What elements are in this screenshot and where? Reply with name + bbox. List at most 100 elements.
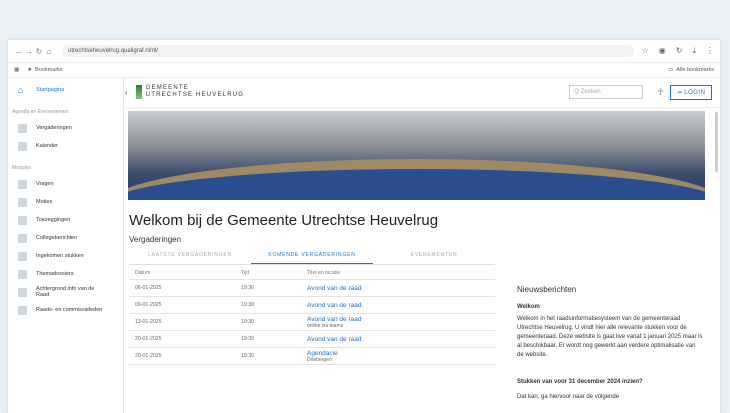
row-date: 13-01-2025 [129,313,235,331]
news-item-title[interactable]: Stukken van voor 31 december 2024 inzien… [517,378,703,387]
sidebar-item-label: Kalender [36,143,59,149]
sidebar-item-label: Collegeberichten [36,235,78,241]
sidebar-item-label: Achtergrond info van de Raad [36,286,95,298]
news-item-title[interactable]: Welkom [517,303,703,312]
home-icon[interactable]: ⌂ [44,47,54,56]
browser-window: ← → ↻ ⌂ utrechtseheuvelrug.qualigraf.nl/… [8,40,720,413]
meeting-location: online via teams [307,322,344,329]
back-icon[interactable]: ← [14,47,24,56]
meeting-link[interactable]: Avond van de raad [307,316,495,323]
meeting-tabs: LAATSTE VERGADERINGEN KOMENDE VERGADERIN… [129,249,495,265]
col-title: Titel en locatie [301,267,495,280]
meetings-table: Datum Tijd Titel en locatie 06-01-2025 1… [129,267,495,365]
tab-upcoming[interactable]: KOMENDE VERGADERINGEN [251,249,373,264]
row-time: 19:30 [235,279,301,297]
motion-icon [18,197,27,207]
logo-line-2: UTRECHTSE HEUVELRUG [145,92,245,98]
row-date: 09-01-2025 [129,296,235,314]
logo-mark [135,85,142,99]
tab-latest[interactable]: LAATSTE VERGADERINGEN [129,249,251,264]
search-input[interactable]: Q Zoeken [569,85,644,99]
login-button[interactable]: ⇥ LOGIN [670,84,712,100]
tab-events[interactable]: EVENEMENTEN [373,249,495,264]
sidebar-item-label: Moties [36,199,53,205]
sidebar-section-agenda: Agenda en Evenementen [12,109,69,115]
sidebar-item-moties[interactable]: Moties [8,193,123,211]
meetings-heading: Vergaderingen [129,235,182,244]
table-header: Datum Tijd Titel en locatie [129,267,495,280]
info-icon [18,287,27,297]
star-icon[interactable]: ☆ [642,46,649,56]
sidebar-item-collegeberichten[interactable]: Collegeberichten [8,229,123,247]
row-date: 06-01-2025 [129,279,235,297]
news-heading: Nieuwsberichten [517,285,577,294]
folder-icon [18,269,27,279]
home-icon: ⌂ [18,84,24,95]
logo[interactable]: GEMEENTE UTRECHTSE HEUVELRUG [135,85,245,99]
forward-icon[interactable]: → [24,47,34,56]
reload-icon[interactable]: ↻ [34,47,44,56]
browser-toolbar: ← → ↻ ⌂ utrechtseheuvelrug.qualigraf.nl/… [8,40,720,63]
row-time: 19:30 [235,313,301,331]
people-icon [18,305,27,315]
handshake-icon [18,215,27,225]
news-panel: Nieuwsberichten Welkom Welkom in het raa… [517,285,703,402]
sidebar-item-label: Ingekomen stukken [36,253,84,259]
sidebar-item-label: Vergaderingen [36,125,72,131]
meeting-link[interactable]: Avond van de raad [307,285,495,292]
apps-icon[interactable]: ▦ [14,67,19,73]
scrollbar[interactable] [715,112,718,172]
news-item-body: Dat kan, ga hiervoor naar de volgende [517,394,620,400]
sidebar-item-leden[interactable]: Raads- en commissieleden [8,301,123,319]
sidebar-item-ingekomen[interactable]: Ingekomen stukken [8,247,123,265]
col-time: Tijd [235,267,301,280]
news-item-body: Welkom in het raadsinformatiesysteem van… [517,316,703,358]
sidebar-item-label: Toezeggingen [36,217,71,223]
message-icon [18,233,27,243]
refresh-icon[interactable]: ↻ [676,46,683,56]
bookmarks-label[interactable]: Bookmarks [35,67,63,73]
row-date: 20-01-2025 [129,330,235,348]
sidebar-item-home[interactable]: ⌂ Startpagina [8,81,123,99]
table-row[interactable]: 20-01-2025 19:30 Agendacie Driebergen [129,347,495,365]
all-bookmarks[interactable]: Alle bookmarks [676,67,714,73]
row-time: 19:30 [235,330,301,348]
page-title: Welkom bij de Gemeente Utrechtse Heuvelr… [129,212,439,229]
page-content: ⌂ Startpagina Agenda en Evenementen Verg… [8,77,720,413]
sidebar: ⌂ Startpagina Agenda en Evenementen Verg… [8,77,124,413]
address-bar[interactable]: utrechtseheuvelrug.qualigraf.nl/nl/ [62,45,634,57]
download-icon[interactable]: ⤓ [692,46,696,56]
sidebar-item-themadossiers[interactable]: Themadossiers [8,265,123,283]
table-row[interactable]: 09-01-2025 19:30 Avond van de raad [129,296,495,314]
question-icon [18,179,27,189]
table-row[interactable]: 13-01-2025 19:30 Avond van de raad online… [129,313,495,331]
sidebar-item-label: Themadossiers [36,271,74,277]
menu-icon[interactable]: ⋮ [706,46,714,56]
meeting-location: Driebergen [307,356,332,363]
sidebar-section-modules: Modules [12,165,31,171]
sidebar-item-toezeggingen[interactable]: Toezeggingen [8,211,123,229]
inbox-icon [18,251,27,261]
row-time: 19:30 [235,296,301,314]
table-row[interactable]: 06-01-2025 19:30 Avond van de raad [129,279,495,297]
site-header: ‹ GEMEENTE UTRECHTSE HEUVELRUG Q Zoeken … [123,77,720,108]
row-time: 19:30 [235,347,301,365]
meeting-link[interactable]: Agendacie [307,350,495,357]
bookmarks-bar: ▦ ★ Bookmarks ▭ Alle bookmarks [8,63,720,78]
extension-icon[interactable]: ◉ [659,46,666,56]
sidebar-item-kalender[interactable]: Kalender [8,137,123,155]
sidebar-item-label: Vragen [36,181,54,187]
col-date: Datum [129,267,235,280]
council-desk [128,159,705,200]
meeting-link[interactable]: Avond van de raad [307,336,495,343]
meeting-link[interactable]: Avond van de raad [307,302,495,309]
url-text: utrechtseheuvelrug.qualigraf.nl/nl/ [68,48,159,54]
meeting-icon [18,123,27,133]
logo-line-1: GEMEENTE [145,85,189,91]
collapse-sidebar-icon[interactable]: ‹ [125,88,128,97]
sidebar-item-vergaderingen[interactable]: Vergaderingen [8,119,123,137]
sidebar-item-achtergrond[interactable]: Achtergrond info van de Raad [8,283,123,301]
table-row[interactable]: 20-01-2025 19:30 Avond van de raad [129,330,495,348]
sidebar-item-vragen[interactable]: Vragen [8,175,123,193]
accessibility-icon[interactable]: ☥ [657,87,664,98]
